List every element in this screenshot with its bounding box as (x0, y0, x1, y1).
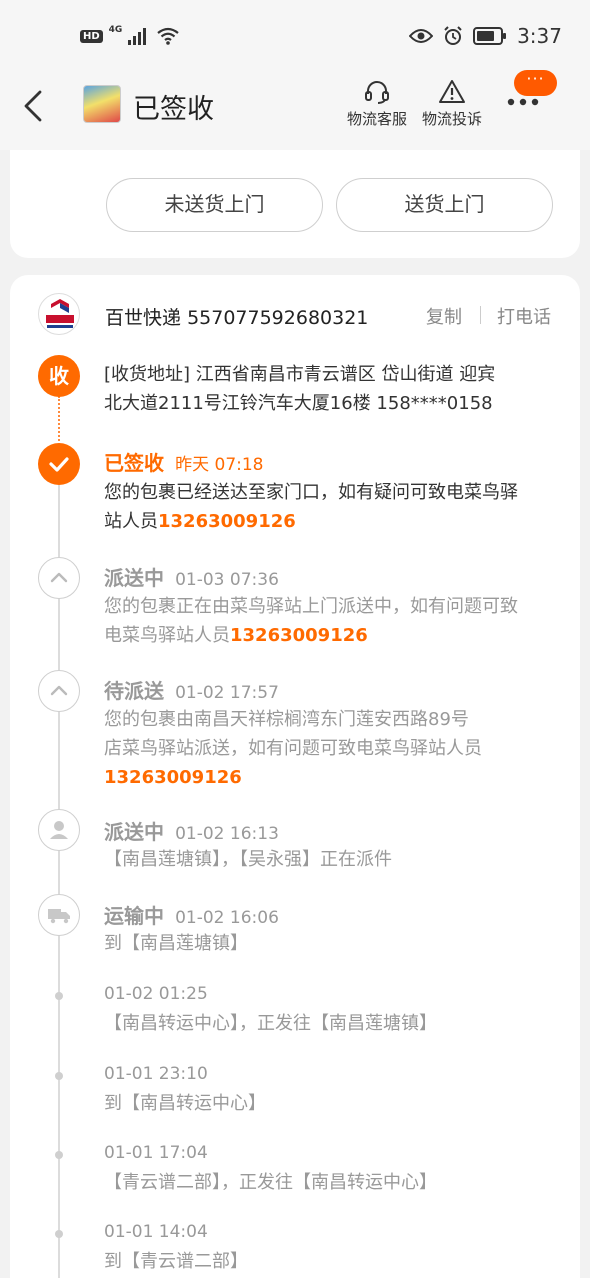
event-dot (55, 1151, 63, 1159)
hd-badge: HD (80, 29, 103, 43)
event-description-line: 电菜鸟驿站人员13263009126 (104, 621, 564, 650)
event-description-line: 您的包裹已经送达至家门口，如有疑问可致电菜鸟驿 (104, 482, 518, 503)
header: 已签收 物流客服 物流投诉 ··· (0, 70, 590, 150)
event-description: 到【青云谱二部】 (104, 1251, 248, 1272)
receive-node: 收 (38, 355, 80, 397)
event-description: 到【南昌莲塘镇】 (104, 933, 248, 954)
delivery-node (38, 557, 80, 599)
back-arrow-icon (24, 90, 42, 122)
page-title: 已签收 (133, 94, 214, 125)
carrier-name: 百世快递 (105, 307, 182, 329)
tracking-card: 百世快递 557077592680321 复制 打电话 收 [收货地址] 江西省… (10, 275, 580, 1278)
event-header: 运输中 01-02 16:06 (104, 900, 279, 929)
event-status: 运输中 (104, 904, 164, 928)
event-description: 【青云谱二部】，正发往【南昌转运中心】 (104, 1172, 437, 1193)
carrier-info: 百世快递 557077592680321 (105, 303, 368, 330)
transit-node (38, 894, 80, 936)
event-description-text: 电菜鸟驿站人员 (104, 625, 230, 646)
check-icon (49, 457, 69, 472)
event-description-line: 您的包裹正在由菜鸟驿站上门派送中，如有问题可致 (104, 596, 518, 617)
network-type: 4G (108, 25, 123, 35)
logistics-complaint-button[interactable]: 物流投诉 (416, 78, 488, 129)
event-status: 派送中 (104, 566, 164, 590)
event-header: 已签收 昨天 07:18 (104, 447, 264, 476)
event-time: 01-03 07:36 (175, 570, 279, 590)
status-bar: HD 4G 3:37 (0, 0, 590, 70)
event-status: 待派送 (104, 679, 164, 703)
event-time: 昨天 07:18 (175, 455, 264, 475)
event-description: 【南昌莲塘镇】，【吴永强】正在派件 (104, 849, 392, 870)
event-header: 派送中 01-02 16:13 (104, 816, 279, 845)
package-thumbnail (83, 85, 121, 123)
event-dot (55, 1230, 63, 1238)
event-header: 待派送 01-02 17:57 (104, 675, 279, 704)
logistics-complaint-label: 物流投诉 (421, 110, 482, 128)
event-description: 您的包裹已经送达至家门口，如有疑问可致电菜鸟驿 站人员13263009126 (104, 478, 564, 536)
event-time: 01-01 14:04 (104, 1222, 208, 1242)
phone-link[interactable]: 13263009126 (230, 625, 368, 646)
logistics-service-button[interactable]: 物流客服 (341, 78, 413, 129)
tracking-number: 557077592680321 (187, 307, 369, 329)
message-badge[interactable]: ··· (514, 70, 557, 96)
event-time: 01-02 01:25 (104, 984, 208, 1004)
address-line-2: 北大道2111号江铃汽车大厦16楼 158****0158 (104, 393, 493, 414)
awaiting-node (38, 670, 80, 712)
event-time: 01-01 17:04 (104, 1143, 208, 1163)
person-icon (50, 821, 68, 839)
eye-icon (409, 29, 434, 43)
event-time: 01-02 16:13 (175, 824, 279, 844)
timeline-line (58, 485, 60, 1278)
event-description-line: 您的包裹由南昌天祥棕榈湾东门莲安西路89号 (104, 709, 469, 730)
event-time: 01-02 17:57 (175, 683, 279, 703)
event-time: 01-02 16:06 (175, 908, 279, 928)
event-status: 已签收 (104, 451, 164, 475)
receive-address: [收货地址] 江西省南昌市青云谱区 岱山街道 迎宾 北大道2111号江铃汽车大厦… (104, 360, 564, 418)
divider (480, 306, 481, 324)
event-description-line: 站人员13263009126 (104, 507, 564, 536)
event-header: 派送中 01-03 07:36 (104, 562, 279, 591)
phone-link[interactable]: 13263009126 (104, 767, 242, 788)
timeline-dotted-line (58, 396, 60, 441)
event-time: 01-01 23:10 (104, 1064, 208, 1084)
warning-icon (439, 80, 465, 103)
back-button[interactable] (18, 86, 54, 126)
to-door-button[interactable]: 送货上门 (336, 178, 553, 232)
signed-node (38, 443, 80, 485)
chevron-up-icon (50, 572, 68, 583)
not-to-door-button[interactable]: 未送货上门 (106, 178, 323, 232)
event-description: 您的包裹由南昌天祥棕榈湾东门莲安西路89号 店菜鸟驿站派送，如有问题可致电菜鸟驿… (104, 705, 564, 792)
logistics-service-label: 物流客服 (346, 110, 407, 128)
status-bar-right: 3:37 (409, 24, 562, 48)
best-express-logo-icon (46, 299, 74, 328)
status-bar-left: HD 4G (80, 25, 180, 46)
event-description-line: 店菜鸟驿站派送，如有问题可致电菜鸟驿站人员 (104, 738, 482, 759)
wifi-icon (157, 27, 180, 45)
call-button[interactable]: 打电话 (497, 303, 551, 329)
event-dot (55, 1072, 63, 1080)
event-description: 到【南昌转运中心】 (104, 1093, 266, 1114)
signal-icon (128, 28, 147, 45)
event-status: 派送中 (104, 820, 164, 844)
more-button[interactable] (503, 92, 563, 132)
event-description: 【南昌转运中心】，正发往【南昌莲塘镇】 (104, 1013, 437, 1034)
alarm-icon (444, 26, 462, 45)
carrier-logo (38, 293, 80, 335)
address-line-1: [收货地址] 江西省南昌市青云谱区 岱山街道 迎宾 (104, 364, 496, 385)
copy-button[interactable]: 复制 (426, 303, 462, 329)
phone-link[interactable]: 13263009126 (158, 511, 296, 532)
delivery-options-card: 未送货上门 送货上门 (10, 150, 580, 258)
courier-node (38, 809, 80, 851)
clock: 3:37 (517, 24, 562, 48)
battery-icon (473, 27, 507, 45)
chevron-up-icon (50, 685, 68, 696)
headset-icon (365, 81, 389, 104)
event-description: 您的包裹正在由菜鸟驿站上门派送中，如有问题可致 电菜鸟驿站人员132630091… (104, 592, 564, 650)
truck-icon (48, 909, 70, 924)
event-description-text: 站人员 (104, 511, 158, 532)
event-dot (55, 992, 63, 1000)
